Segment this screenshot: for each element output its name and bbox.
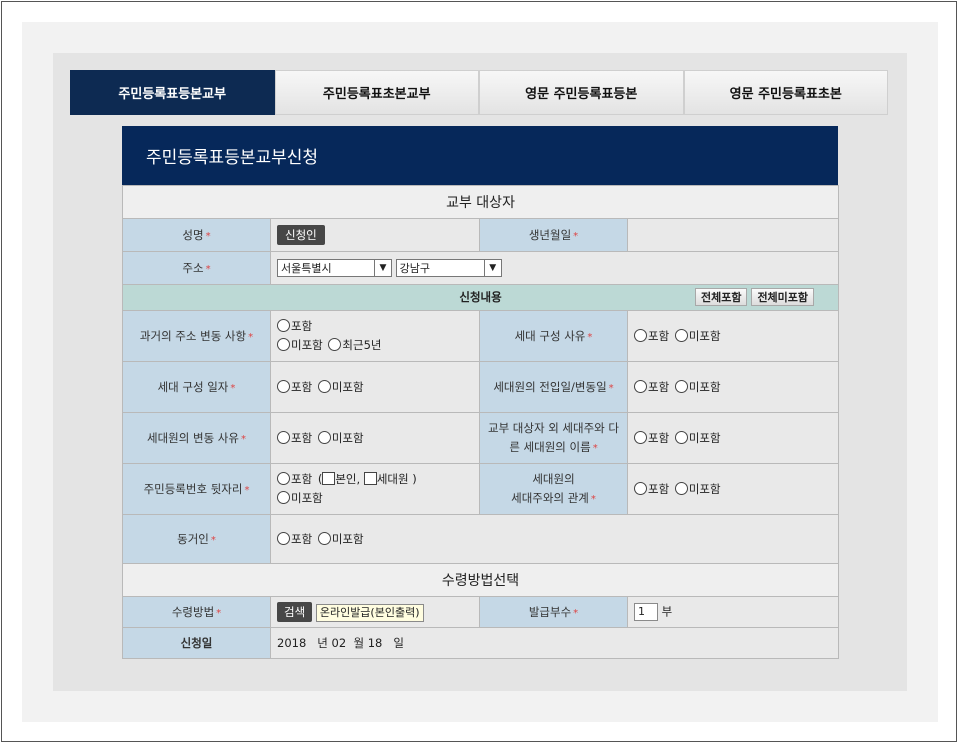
address-label: 주소 * xyxy=(122,251,271,285)
relation-exclude[interactable]: 미포함 xyxy=(674,481,721,497)
city-select[interactable]: 서울특별시 ▼ xyxy=(277,259,392,277)
copies-cell: 1 부 xyxy=(626,596,840,628)
id-back-digits-label: 주민등록번호 뒷자리 * xyxy=(122,463,271,515)
tab-resident-copy[interactable]: 주민등록표등본교부 xyxy=(70,70,275,115)
id-back-digits-options: 포함 (본인, 세대원 ) 미포함 xyxy=(270,463,480,515)
radio-icon xyxy=(317,380,331,393)
section-receive-heading: 수령방법선택 xyxy=(121,563,840,597)
member-change-reason-label: 세대원의 변동 사유 * xyxy=(122,412,271,464)
radio-icon xyxy=(674,482,688,495)
radio-icon xyxy=(674,329,688,342)
receive-method-label: 수령방법 * xyxy=(122,596,271,628)
radio-icon xyxy=(277,338,290,351)
member-move-date-options: 포함 미포함 xyxy=(626,361,840,413)
radio-icon xyxy=(317,431,331,444)
tab-resident-abstract[interactable]: 주민등록표초본교부 xyxy=(274,70,479,115)
other-head-names-exclude[interactable]: 미포함 xyxy=(674,430,721,446)
radio-icon xyxy=(674,380,688,393)
birth-value xyxy=(626,218,840,252)
relation-include[interactable]: 포함 xyxy=(634,481,669,497)
radio-icon xyxy=(674,431,688,444)
radio-icon xyxy=(277,431,290,444)
chevron-down-icon: ▼ xyxy=(374,260,391,276)
radio-icon xyxy=(634,380,647,393)
radio-icon xyxy=(634,431,647,444)
household-date-label: 세대 구성 일자 * xyxy=(122,361,271,413)
radio-icon xyxy=(277,319,290,332)
cohabitant-label: 동거인 * xyxy=(122,514,271,564)
household-reason-options: 포함 미포함 xyxy=(626,310,840,362)
id-back-digits-exclude[interactable]: 미포함 xyxy=(277,489,323,508)
other-head-names-label: 교부 대상자 외 세대주와 다른 세대원의 이름 * xyxy=(479,412,628,464)
district-select[interactable]: 강남구 ▼ xyxy=(395,259,502,277)
household-reason-exclude[interactable]: 미포함 xyxy=(674,328,721,344)
content-header: 신청내용 전체포함 전체미포함 xyxy=(121,284,840,311)
copies-unit: 부 xyxy=(661,604,673,619)
past-address-recent5[interactable]: 최근5년 xyxy=(328,336,381,355)
tab-english-abstract[interactable]: 영문 주민등록표초본 xyxy=(683,70,888,115)
radio-icon xyxy=(634,482,647,495)
household-date-options: 포함 미포함 xyxy=(270,361,480,413)
exclude-all-button[interactable]: 전체미포함 xyxy=(751,288,815,306)
radio-icon xyxy=(277,491,290,504)
apply-date-label: 신청일 xyxy=(122,627,271,659)
radio-icon xyxy=(277,472,290,485)
certificate-tabs: 주민등록표등본교부 주민등록표초본교부 영문 주민등록표등본 영문 주민등록표초… xyxy=(70,70,888,115)
past-address-exclude[interactable]: 미포함 xyxy=(277,336,323,355)
tab-english-copy[interactable]: 영문 주민등록표등본 xyxy=(479,70,684,115)
cohabitant-include[interactable]: 포함 xyxy=(277,531,312,547)
chevron-down-icon: ▼ xyxy=(483,260,501,276)
household-reason-label: 세대 구성 사유 * xyxy=(479,310,628,362)
application-form: 주민등록표등본교부신청 교부 대상자 성명 * 신청인 생년월일 * 주소 * 서울특… xyxy=(121,126,840,659)
household-reason-include[interactable]: 포함 xyxy=(634,328,669,344)
other-head-names-include[interactable]: 포함 xyxy=(634,430,669,446)
content-title: 신청내용 xyxy=(459,290,502,304)
member-move-date-label: 세대원의 전입일/변동일 * xyxy=(479,361,628,413)
member-move-date-include[interactable]: 포함 xyxy=(634,379,669,395)
cohabitant-options: 포함 미포함 xyxy=(269,514,840,564)
other-head-names-options: 포함 미포함 xyxy=(626,412,840,464)
member-change-reason-exclude[interactable]: 미포함 xyxy=(317,430,364,446)
radio-icon xyxy=(277,532,290,545)
receive-method-cell: 검색 온라인발급(본인출력) xyxy=(270,596,480,628)
birth-label: 생년월일 * xyxy=(479,218,628,252)
receive-method-field[interactable]: 온라인발급(본인출력) xyxy=(315,603,424,622)
cohabitant-exclude[interactable]: 미포함 xyxy=(317,531,364,547)
section-target-heading: 교부 대상자 xyxy=(121,185,840,219)
relation-options: 포함 미포함 xyxy=(626,463,840,515)
member-move-date-exclude[interactable]: 미포함 xyxy=(674,379,721,395)
copies-label: 발급부수 * xyxy=(479,596,628,628)
applicant-button[interactable]: 신청인 xyxy=(277,225,325,245)
member-checkbox[interactable] xyxy=(363,472,377,485)
household-date-exclude[interactable]: 미포함 xyxy=(317,379,364,395)
household-date-include[interactable]: 포함 xyxy=(277,379,312,395)
copies-input[interactable]: 1 xyxy=(634,603,658,621)
name-cell: 신청인 xyxy=(270,218,480,252)
include-all-button[interactable]: 전체포함 xyxy=(694,288,748,306)
search-button[interactable]: 검색 xyxy=(277,602,313,622)
past-address-label: 과거의 주소 변동 사항 * xyxy=(122,310,271,362)
form-title: 주민등록표등본교부신청 xyxy=(122,126,838,185)
radio-icon xyxy=(277,380,290,393)
address-cell: 서울특별시 ▼ 강남구 ▼ xyxy=(269,251,840,285)
radio-icon xyxy=(634,329,647,342)
name-label: 성명 * xyxy=(122,218,271,252)
past-address-include[interactable]: 포함 xyxy=(277,317,312,336)
past-address-options: 포함 미포함 최근5년 xyxy=(270,310,480,362)
self-checkbox[interactable] xyxy=(322,472,336,485)
radio-icon xyxy=(317,532,331,545)
id-back-digits-include[interactable]: 포함 xyxy=(277,470,312,489)
member-change-reason-include[interactable]: 포함 xyxy=(277,430,312,446)
form-table: 교부 대상자 성명 * 신청인 생년월일 * 주소 * 서울특별시 ▼ 강남구 ▼ xyxy=(121,185,840,659)
relation-label: 세대원의 세대주와의 관계 * xyxy=(479,463,628,515)
member-change-reason-options: 포함 미포함 xyxy=(270,412,480,464)
apply-date-value: 2018 년 02 월 18 일 xyxy=(269,627,840,659)
radio-icon xyxy=(328,338,342,351)
